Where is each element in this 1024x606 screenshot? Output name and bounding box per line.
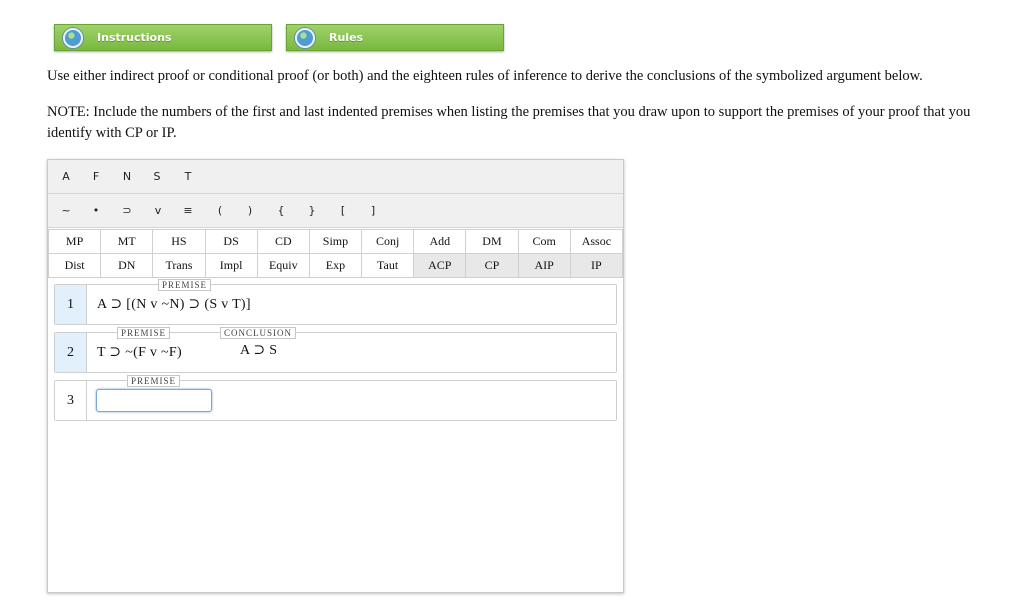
rule-hs[interactable]: HS: [152, 229, 206, 254]
symbol-key-close-paren[interactable]: ): [246, 194, 254, 227]
symbol-key-tilde[interactable]: ~: [59, 194, 72, 227]
premise-tag: PREMISE: [117, 327, 171, 339]
rule-assoc[interactable]: Assoc: [569, 229, 624, 254]
symbol-key-close-brace[interactable]: }: [307, 194, 318, 227]
conclusion-expression: A ⊃ S: [240, 343, 278, 358]
rule-cd[interactable]: CD: [256, 229, 310, 254]
line-number: 2: [55, 333, 87, 372]
rule-aip[interactable]: AIP: [517, 253, 571, 278]
symbol-key-triple-bar[interactable]: ≡: [181, 194, 194, 227]
globe-icon: [295, 27, 315, 48]
rule-dn[interactable]: DN: [100, 253, 154, 278]
rule-ds[interactable]: DS: [204, 229, 258, 254]
proof-line-2: 2 PREMISE T ⊃ ~(F v ~F) CONCLUSION A ⊃ S: [54, 327, 617, 373]
premise-expression: A ⊃ [(N v ~N) ⊃ (S v T)]: [97, 297, 251, 312]
symbol-key-wedge[interactable]: v: [153, 194, 164, 227]
line-number: 3: [55, 381, 87, 420]
symbol-key-horseshoe[interactable]: ⊃: [120, 194, 133, 227]
proof-line-3: 3 PREMISE: [54, 375, 617, 421]
rule-mp[interactable]: MP: [47, 229, 102, 254]
letter-key-n[interactable]: N: [121, 160, 133, 193]
rule-add[interactable]: Add: [413, 229, 467, 254]
note-text: NOTE: Include the numbers of the first a…: [47, 104, 971, 141]
rule-dm[interactable]: DM: [465, 229, 519, 254]
rule-cp[interactable]: CP: [465, 253, 519, 278]
rule-exp[interactable]: Exp: [308, 253, 363, 278]
symbol-key-open-bracket[interactable]: [: [339, 194, 347, 227]
symbol-key-open-paren[interactable]: (: [216, 194, 224, 227]
symbol-key-close-bracket[interactable]: ]: [369, 194, 377, 227]
proof-line-1: 1 PREMISE A ⊃ [(N v ~N) ⊃ (S v T)]: [54, 279, 617, 325]
line-number: 1: [55, 285, 87, 324]
rule-taut[interactable]: Taut: [361, 253, 415, 278]
rule-ip[interactable]: IP: [569, 253, 624, 278]
letter-key-f[interactable]: F: [91, 160, 101, 193]
symbol-toolbar: ~ • ⊃ v ≡ ( ) { } [ ]: [48, 194, 623, 228]
rule-trans[interactable]: Trans: [152, 253, 206, 278]
rules-button[interactable]: Rules: [286, 24, 504, 51]
rule-mt[interactable]: MT: [100, 229, 154, 254]
conclusion-tag: CONCLUSION: [220, 327, 297, 339]
instruction-text: Use either indirect proof or conditional…: [47, 68, 923, 84]
rule-dist[interactable]: Dist: [47, 253, 102, 278]
premise-expression: T ⊃ ~(F v ~F): [97, 345, 182, 360]
instructions-button[interactable]: Instructions: [54, 24, 272, 51]
rule-simp[interactable]: Simp: [308, 229, 363, 254]
rule-conj[interactable]: Conj: [361, 229, 415, 254]
proof-panel: A F N S T ~ • ⊃ v ≡ ( ) { } [ ] MP MT HS…: [47, 159, 624, 593]
rules-table: MP MT HS DS CD Simp Conj Add DM Com Asso…: [47, 229, 624, 278]
letter-key-t[interactable]: T: [183, 160, 194, 193]
globe-icon: [63, 27, 83, 48]
rule-acp[interactable]: ACP: [413, 253, 467, 278]
letter-key-a[interactable]: A: [60, 160, 72, 193]
symbol-key-dot[interactable]: •: [91, 194, 102, 227]
premise-input[interactable]: [96, 389, 212, 412]
premise-tag: PREMISE: [127, 375, 181, 387]
rules-row: Dist DN Trans Impl Equiv Exp Taut ACP CP…: [47, 253, 624, 278]
premise-tag: PREMISE: [158, 279, 212, 291]
rule-equiv[interactable]: Equiv: [256, 253, 310, 278]
rules-row: MP MT HS DS CD Simp Conj Add DM Com Asso…: [47, 229, 624, 254]
rule-com[interactable]: Com: [517, 229, 571, 254]
symbol-key-open-brace[interactable]: {: [276, 194, 287, 227]
rules-button-label: Rules: [329, 31, 364, 44]
letter-toolbar: A F N S T: [48, 160, 623, 194]
rule-impl[interactable]: Impl: [204, 253, 258, 278]
letter-key-s[interactable]: S: [152, 160, 163, 193]
instructions-button-label: Instructions: [97, 31, 172, 44]
